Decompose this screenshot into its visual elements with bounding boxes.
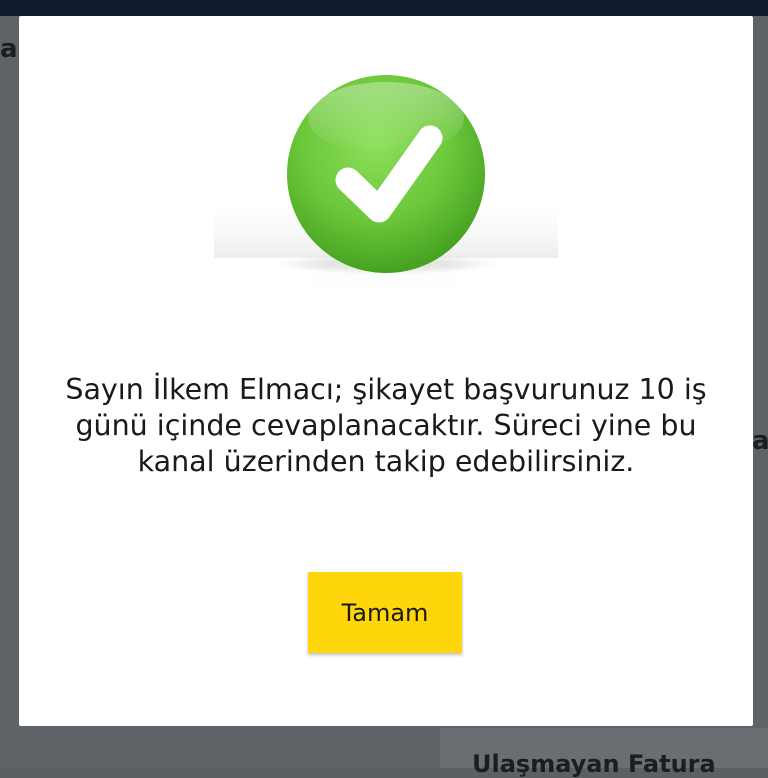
ok-button[interactable]: Tamam bbox=[308, 572, 462, 653]
background-card-title: Ulaşmayan Fatura bbox=[472, 750, 716, 778]
success-icon-container bbox=[214, 56, 558, 326]
success-message: Sayın İlkem Elmacı; şikayet başvurunuz 1… bbox=[65, 373, 707, 478]
checkmark-success-icon bbox=[214, 75, 558, 296]
background-text-fragment-left: a bbox=[0, 34, 18, 64]
top-navigation-bar bbox=[0, 0, 768, 16]
success-dialog: Sayın İlkem Elmacı; şikayet başvurunuz 1… bbox=[19, 16, 753, 726]
background-text-fragment-right: a bbox=[752, 426, 768, 456]
